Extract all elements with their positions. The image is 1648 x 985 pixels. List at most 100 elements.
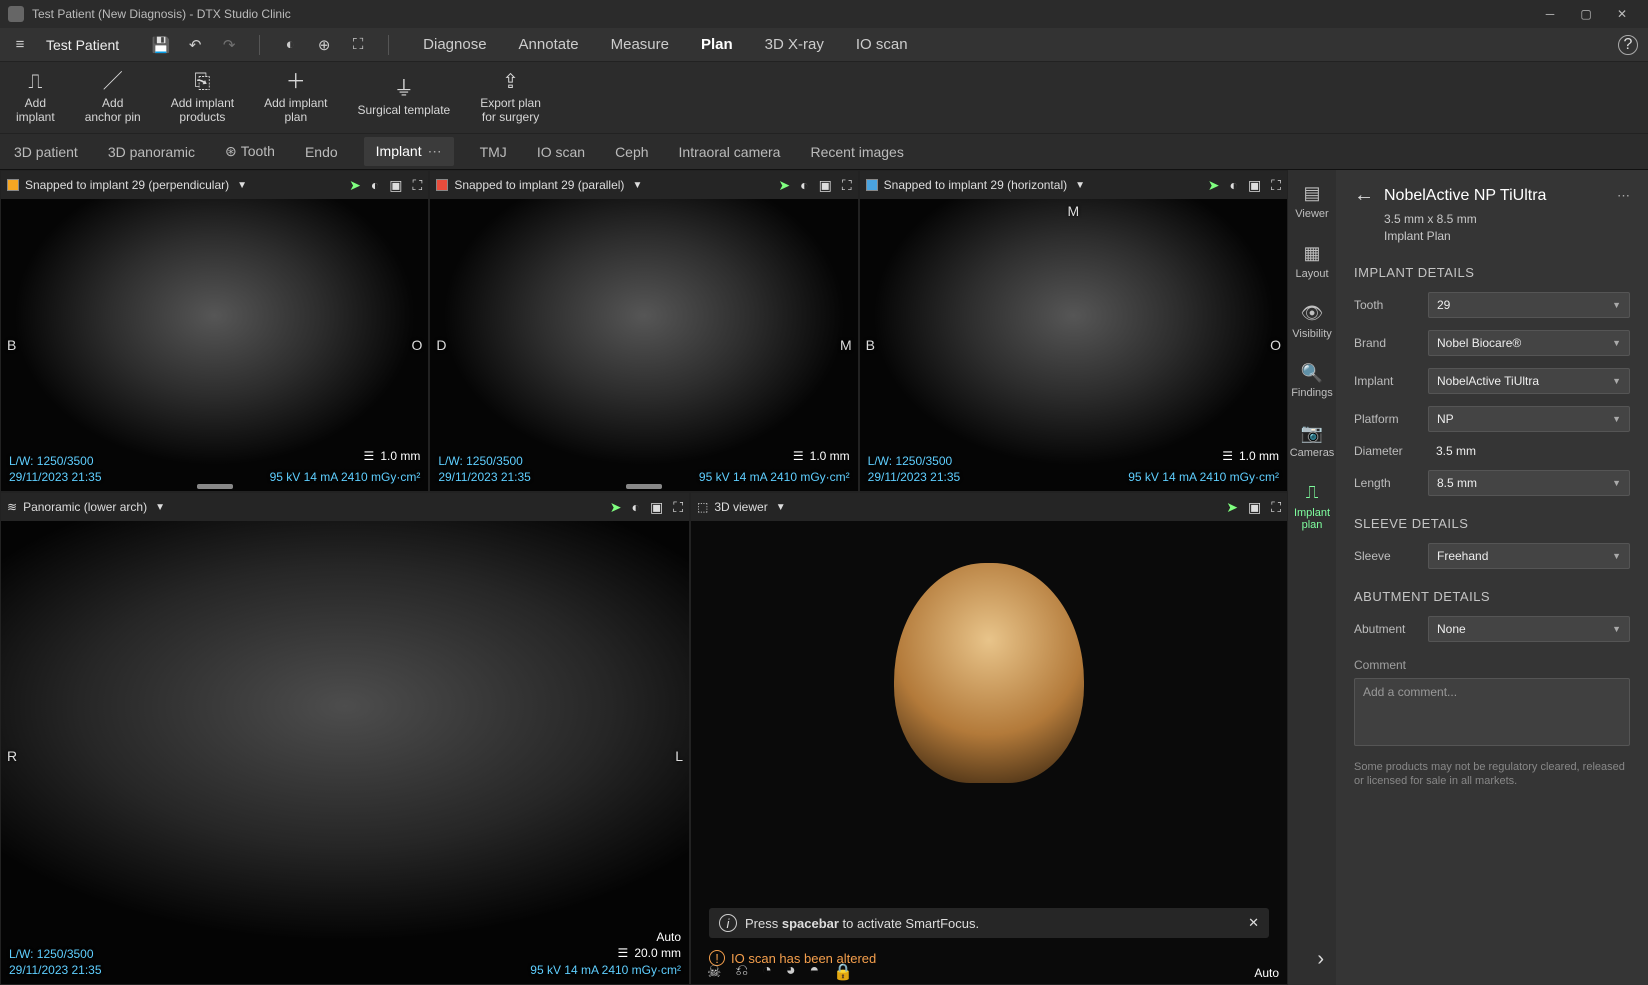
- preset-4-icon[interactable]: ◕: [786, 962, 796, 982]
- preset-3-icon[interactable]: ◔: [762, 962, 772, 982]
- ribbon-label: Surgical template: [357, 104, 450, 118]
- chevron-down-icon[interactable]: ▼: [632, 180, 642, 191]
- lock-icon[interactable]: 🔒: [833, 962, 853, 982]
- add-implant-products-button[interactable]: ⎘Add implant products: [171, 71, 234, 125]
- tab-ioscan[interactable]: IO scan: [854, 30, 910, 59]
- pane-panoramic[interactable]: ≋ Panoramic (lower arch) ▼ ➤ ◐ ▣ ⛶ R L A…: [0, 492, 690, 985]
- comment-input[interactable]: Add a comment...: [1354, 678, 1630, 746]
- undo-icon[interactable]: ↶: [185, 36, 205, 54]
- ws-ioscan[interactable]: IO scan: [533, 138, 589, 166]
- scrollbar[interactable]: [197, 484, 233, 489]
- pane-3d-viewer[interactable]: ⬚ 3D viewer ▼ ➤ ▣ ⛶ i Press spacebar to …: [690, 492, 1288, 985]
- close-icon[interactable]: ✕: [1248, 915, 1259, 931]
- abutment-select[interactable]: None▼: [1428, 616, 1630, 642]
- help-icon[interactable]: ?: [1618, 35, 1638, 55]
- add-implant-button[interactable]: ⎍Add implant: [16, 71, 55, 125]
- fullscreen-icon[interactable]: ⛶: [673, 499, 683, 516]
- fullscreen-icon[interactable]: ⛶: [842, 177, 852, 194]
- brand-select[interactable]: Nobel Biocare®▼: [1428, 330, 1630, 356]
- redo-icon[interactable]: ↷: [219, 36, 239, 54]
- ws-implant[interactable]: Implant⋯: [364, 137, 454, 166]
- fullscreen-icon[interactable]: ⛶: [413, 177, 423, 194]
- chevron-down-icon[interactable]: ▼: [237, 180, 247, 191]
- preset-1-icon[interactable]: ☠: [707, 962, 721, 982]
- length-select[interactable]: 8.5 mm▼: [1428, 470, 1630, 496]
- export-plan-button[interactable]: ⇪Export plan for surgery: [480, 71, 541, 125]
- fullscreen-icon[interactable]: ⛶: [1271, 499, 1281, 516]
- side-viewer[interactable]: ▤Viewer: [1295, 184, 1328, 220]
- ws-3d-patient[interactable]: 3D patient: [10, 138, 82, 166]
- platform-select[interactable]: NP▼: [1428, 406, 1630, 432]
- patient-name[interactable]: Test Patient: [46, 37, 119, 53]
- preset-5-icon[interactable]: ◓: [810, 962, 820, 982]
- focus-icon[interactable]: ▣: [1248, 177, 1261, 194]
- sleeve-select[interactable]: Freehand▼: [1428, 543, 1630, 569]
- focus-icon[interactable]: ▣: [819, 177, 832, 194]
- pane-horizontal[interactable]: Snapped to implant 29 (horizontal) ▼ ➤ ◐…: [859, 170, 1288, 492]
- side-findings[interactable]: 🔍Findings: [1291, 364, 1333, 400]
- focus-icon[interactable]: ▣: [1248, 499, 1261, 516]
- focus-icon[interactable]: ▣: [650, 499, 663, 516]
- tool-icon-1[interactable]: ◐: [280, 36, 300, 53]
- close-button[interactable]: ✕: [1604, 0, 1640, 28]
- tool-icon-3[interactable]: ⛶: [348, 36, 368, 53]
- contrast-icon[interactable]: ◐: [371, 177, 379, 193]
- tooth-select[interactable]: 29▼: [1428, 292, 1630, 318]
- side-visibility[interactable]: 👁Visibility: [1292, 304, 1332, 340]
- menu-icon[interactable]: ≡: [10, 36, 30, 53]
- pane-title[interactable]: Panoramic (lower arch): [23, 500, 147, 514]
- ws-3d-panoramic[interactable]: 3D panoramic: [104, 138, 199, 166]
- pane-title[interactable]: Snapped to implant 29 (parallel): [454, 178, 624, 192]
- back-icon[interactable]: ←: [1354, 184, 1374, 207]
- pane-title[interactable]: Snapped to implant 29 (perpendicular): [25, 178, 229, 192]
- next-arrow-icon[interactable]: ›: [1317, 948, 1324, 971]
- 3d-skull-render: [894, 563, 1084, 783]
- pane-perpendicular[interactable]: Snapped to implant 29 (perpendicular) ▼ …: [0, 170, 429, 492]
- minimize-button[interactable]: ─: [1532, 0, 1568, 28]
- pointer-icon[interactable]: ➤: [610, 499, 622, 516]
- pane-title[interactable]: Snapped to implant 29 (horizontal): [884, 178, 1067, 192]
- pane-title[interactable]: 3D viewer: [714, 500, 767, 514]
- ws-recent[interactable]: Recent images: [806, 138, 907, 166]
- ws-intraoral[interactable]: Intraoral camera: [675, 138, 785, 166]
- side-layout[interactable]: ▦Layout: [1295, 244, 1328, 280]
- add-implant-plan-button[interactable]: ＋Add implant plan: [264, 71, 327, 125]
- implant-select[interactable]: NobelActive TiUltra▼: [1428, 368, 1630, 394]
- contrast-icon[interactable]: ◐: [800, 177, 808, 193]
- scrollbar[interactable]: [626, 484, 662, 489]
- surgical-template-button[interactable]: ⏚Surgical template: [357, 78, 450, 118]
- side-cameras[interactable]: 📷Cameras: [1290, 424, 1335, 460]
- add-anchor-pin-button[interactable]: ／Add anchor pin: [85, 71, 141, 125]
- contrast-icon[interactable]: ◐: [1229, 177, 1237, 193]
- preset-2-icon[interactable]: ⎌: [735, 962, 748, 982]
- pointer-icon[interactable]: ➤: [1208, 177, 1220, 194]
- pointer-icon[interactable]: ➤: [1226, 499, 1238, 516]
- ws-tooth[interactable]: ⊛Tooth: [221, 137, 279, 166]
- tab-diagnose[interactable]: Diagnose: [421, 30, 488, 59]
- ws-tmj[interactable]: TMJ: [476, 138, 511, 166]
- tab-3dxray[interactable]: 3D X-ray: [763, 30, 826, 59]
- more-icon[interactable]: ⋯: [428, 143, 442, 159]
- focus-icon[interactable]: ▣: [389, 177, 402, 194]
- tab-annotate[interactable]: Annotate: [517, 30, 581, 59]
- pointer-icon[interactable]: ➤: [778, 177, 790, 194]
- scan-image: [430, 199, 857, 491]
- pane-parallel[interactable]: Snapped to implant 29 (parallel) ▼ ➤ ◐ ▣…: [429, 170, 858, 492]
- tab-plan[interactable]: Plan: [699, 30, 735, 59]
- chevron-down-icon[interactable]: ▼: [155, 502, 165, 513]
- ws-ceph[interactable]: Ceph: [611, 138, 652, 166]
- more-icon[interactable]: ⋯: [1617, 188, 1630, 204]
- pointer-icon[interactable]: ➤: [349, 177, 361, 194]
- chevron-down-icon[interactable]: ▼: [1075, 180, 1085, 191]
- chevron-down-icon: ▼: [1612, 414, 1621, 424]
- contrast-icon[interactable]: ◐: [631, 499, 639, 515]
- tab-measure[interactable]: Measure: [609, 30, 671, 59]
- ws-endo[interactable]: Endo: [301, 138, 342, 166]
- tool-icon-2[interactable]: ⊕: [314, 36, 334, 54]
- maximize-button[interactable]: ▢: [1568, 0, 1604, 28]
- fullscreen-icon[interactable]: ⛶: [1271, 177, 1281, 194]
- diameter-label: Diameter: [1354, 444, 1428, 458]
- side-implant-plan[interactable]: ⎍Implant plan: [1294, 483, 1330, 531]
- chevron-down-icon[interactable]: ▼: [776, 502, 786, 513]
- save-icon[interactable]: 💾: [151, 36, 171, 54]
